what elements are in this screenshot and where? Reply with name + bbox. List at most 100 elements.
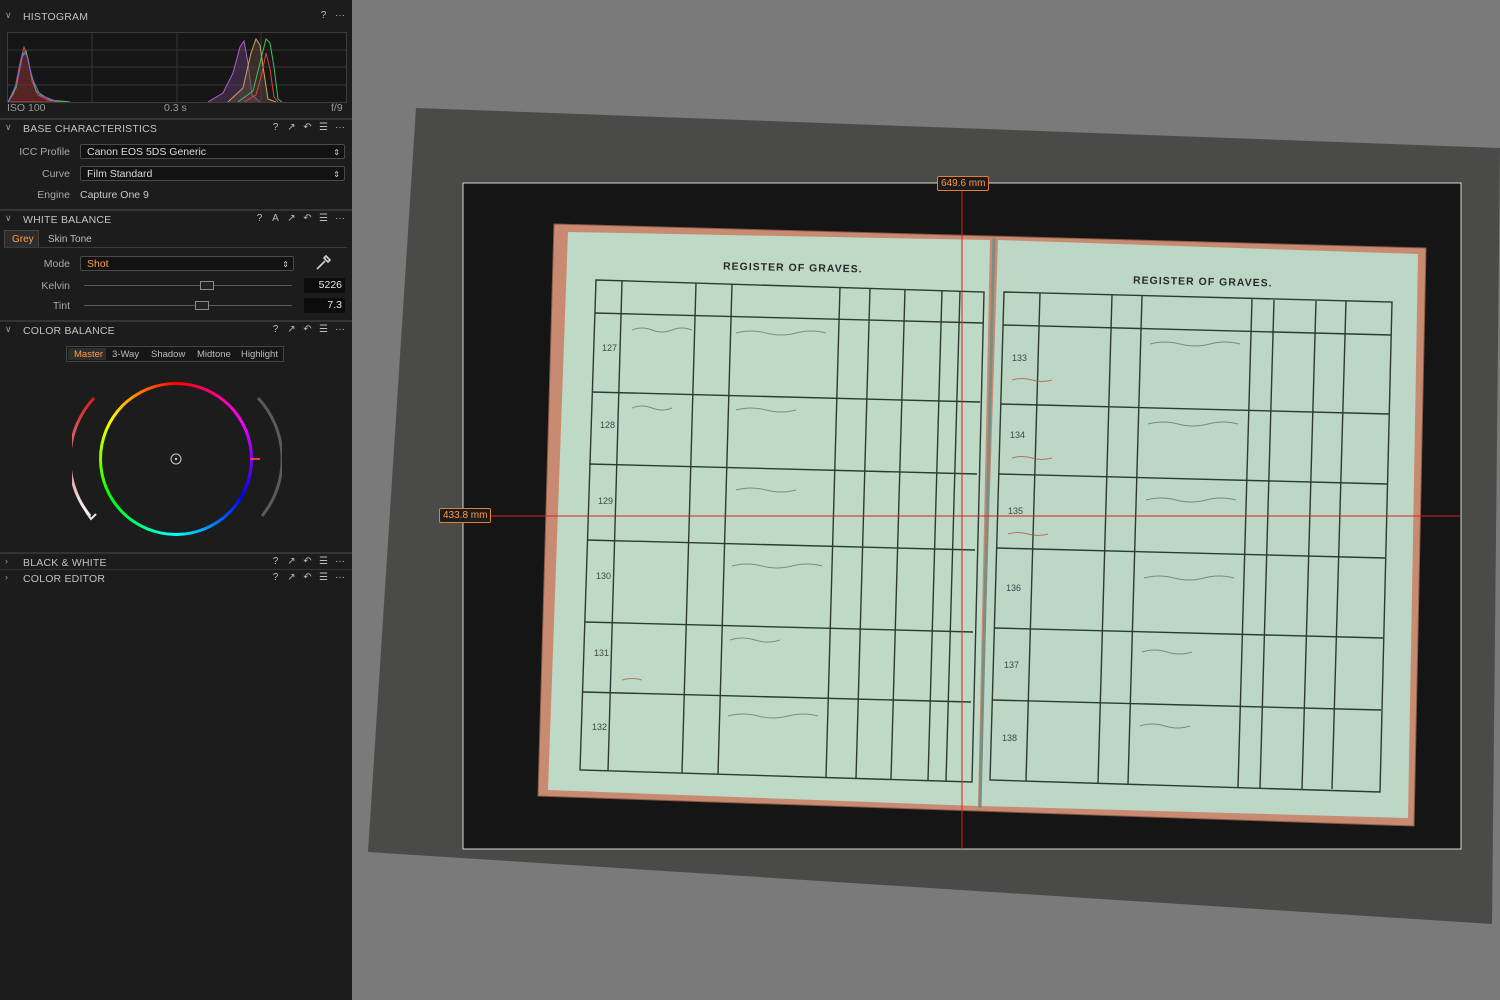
presets-icon[interactable]: ☰ [319,213,328,224]
white-balance-tabs: Grey Skin Tone [4,230,347,248]
row-number: 128 [600,420,616,430]
help-icon[interactable]: ? [271,556,280,567]
tab-shadow[interactable]: Shadow [151,349,185,360]
tab-master[interactable]: Master [74,349,103,360]
divider [0,320,352,322]
reset-icon[interactable]: ↶ [303,122,312,133]
tint-slider-handle[interactable] [195,301,209,310]
base-characteristics-title: BASE CHARACTERISTICS [23,123,158,135]
tab-midtone[interactable]: Midtone [197,349,231,360]
presets-icon[interactable]: ☰ [319,122,328,133]
tab-3-way[interactable]: 3-Way [112,349,139,360]
row-number: 135 [1008,506,1024,516]
presets-icon[interactable]: ☰ [319,572,328,583]
tint-input[interactable]: 7.3 [304,298,345,313]
black-white-title: BLACK & WHITE [23,557,107,569]
color-wheel-overlay [72,396,282,521]
tint-slider[interactable] [84,305,292,306]
tab-grey-label: Grey [12,234,34,245]
row-number: 129 [598,496,614,506]
reset-icon[interactable]: ↶ [303,213,312,224]
histogram-graph [7,32,347,103]
histogram-title: HISTOGRAM [23,11,89,23]
copy-apply-icon[interactable]: ↗ [287,213,296,224]
more-icon[interactable]: ··· [335,213,345,224]
copy-apply-icon[interactable]: ↗ [287,324,296,335]
chevron-right-icon[interactable]: › [5,572,8,582]
engine-label: Engine [37,189,70,201]
tint-label: Tint [52,300,70,312]
help-icon[interactable]: ? [319,10,328,21]
presets-icon[interactable]: ☰ [319,556,328,567]
chevron-down-icon[interactable]: ∨ [5,122,12,133]
histogram-curves [7,33,346,103]
mode-value: Shot [87,258,109,270]
color-balance-title: COLOR BALANCE [23,325,115,337]
kelvin-slider[interactable] [84,285,292,286]
updown-icon: ⇕ [282,260,289,269]
base-characteristics-header[interactable]: ∨ BASE CHARACTERISTICS ? ↗ ↶ ☰ ··· [0,121,352,137]
row-number: 127 [602,343,618,353]
updown-icon: ⇕ [333,148,340,157]
aperture-readout: f/9 [331,102,343,114]
mode-select[interactable]: Shot ⇕ [80,256,294,271]
row-number: 130 [596,571,612,581]
white-balance-title: WHITE BALANCE [23,214,112,226]
row-number: 134 [1010,430,1026,440]
shutter-readout: 0.3 s [164,102,187,114]
mode-label: Mode [43,258,70,270]
tool-panel: ∨ HISTOGRAM ? ··· ISO 100 0.3 s f/9 ∨ BA… [0,0,352,1000]
row-number: 131 [594,648,610,658]
help-icon[interactable]: ? [271,572,280,583]
row-number: 136 [1006,583,1022,593]
more-icon[interactable]: ··· [335,556,345,567]
presets-icon[interactable]: ☰ [319,324,328,335]
white-balance-header[interactable]: ∨ WHITE BALANCE ? A ↗ ↶ ☰ ··· [0,212,352,228]
kelvin-slider-handle[interactable] [200,281,214,290]
chevron-right-icon[interactable]: › [5,556,8,566]
more-icon[interactable]: ··· [335,324,345,335]
copy-apply-icon[interactable]: ↗ [287,556,296,567]
more-icon[interactable]: ··· [335,10,345,21]
kelvin-input[interactable]: 5226 [304,278,345,293]
help-icon[interactable]: ? [271,122,280,133]
more-icon[interactable]: ··· [335,572,345,583]
color-editor-title: COLOR EDITOR [23,573,106,585]
curve-value: Film Standard [87,168,153,180]
color-balance-tabs: Master 3-Way Shadow Midtone Highlight [66,346,284,362]
color-balance-header[interactable]: ∨ COLOR BALANCE ? ↗ ↶ ☰ ··· [0,323,352,339]
tab-grey[interactable]: Grey [4,230,39,247]
curve-label: Curve [41,168,70,180]
reset-icon[interactable]: ↶ [303,324,312,335]
color-wheel-area[interactable] [72,380,282,540]
copy-apply-icon[interactable]: ↗ [287,572,296,583]
chevron-down-icon[interactable]: ∨ [5,10,12,21]
height-measurement: 433.8 mm [439,508,492,523]
icc-profile-select[interactable]: Canon EOS 5DS Generic ⇕ [80,144,345,159]
row-number: 132 [592,722,608,732]
row-number: 137 [1004,660,1020,670]
divider [0,118,352,120]
photo-canvas[interactable] [352,0,1500,1000]
reset-icon[interactable]: ↶ [303,572,312,583]
tab-skin-tone[interactable]: Skin Tone [48,234,92,245]
image-viewer[interactable]: REGISTER OF GRAVES. REGISTER OF GRAVES. … [352,0,1500,1000]
color-editor-header[interactable]: › COLOR EDITOR ? ↗ ↶ ☰ ··· [0,571,352,587]
updown-icon: ⇕ [333,170,340,179]
help-icon[interactable]: ? [271,324,280,335]
reset-icon[interactable]: ↶ [303,556,312,567]
eyedropper-icon[interactable] [314,254,332,272]
icc-profile-label: ICC Profile [19,146,70,158]
auto-adjust-icon[interactable]: A [271,213,280,224]
chevron-down-icon[interactable]: ∨ [5,213,12,224]
more-icon[interactable]: ··· [335,122,345,133]
copy-apply-icon[interactable]: ↗ [287,122,296,133]
histogram-header[interactable]: ∨ HISTOGRAM ? ··· [0,9,352,25]
engine-value: Capture One 9 [80,189,149,201]
curve-select[interactable]: Film Standard ⇕ [80,166,345,181]
chevron-down-icon[interactable]: ∨ [5,324,12,335]
tab-highlight[interactable]: Highlight [241,349,278,360]
icc-profile-value: Canon EOS 5DS Generic [87,146,207,158]
help-icon[interactable]: ? [255,213,264,224]
divider [0,552,352,554]
